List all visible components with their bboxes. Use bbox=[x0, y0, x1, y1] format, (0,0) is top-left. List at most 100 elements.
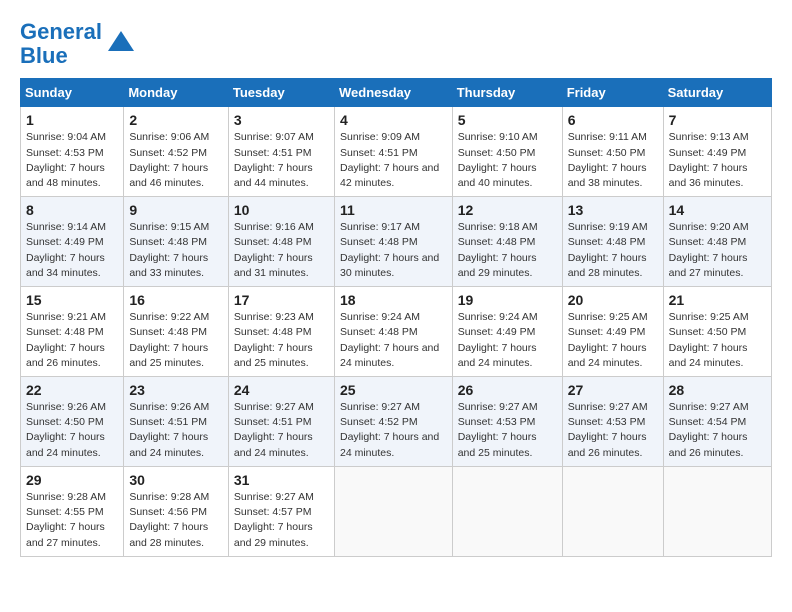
day-number: 18 bbox=[340, 292, 447, 308]
calendar-week-row: 15 Sunrise: 9:21 AMSunset: 4:48 PMDaylig… bbox=[21, 287, 772, 377]
day-info: Sunrise: 9:15 AMSunset: 4:48 PMDaylight:… bbox=[129, 221, 209, 279]
day-number: 16 bbox=[129, 292, 223, 308]
calendar-day-cell: 16 Sunrise: 9:22 AMSunset: 4:48 PMDaylig… bbox=[124, 287, 229, 377]
day-info: Sunrise: 9:06 AMSunset: 4:52 PMDaylight:… bbox=[129, 131, 209, 189]
calendar-body: 1 Sunrise: 9:04 AMSunset: 4:53 PMDayligh… bbox=[21, 107, 772, 556]
calendar-week-row: 8 Sunrise: 9:14 AMSunset: 4:49 PMDayligh… bbox=[21, 197, 772, 287]
day-info: Sunrise: 9:20 AMSunset: 4:48 PMDaylight:… bbox=[669, 221, 749, 279]
calendar-day-cell: 25 Sunrise: 9:27 AMSunset: 4:52 PMDaylig… bbox=[334, 377, 452, 467]
day-number: 19 bbox=[458, 292, 557, 308]
logo-icon bbox=[106, 29, 136, 59]
day-number: 26 bbox=[458, 382, 557, 398]
calendar-week-row: 29 Sunrise: 9:28 AMSunset: 4:55 PMDaylig… bbox=[21, 466, 772, 556]
day-info: Sunrise: 9:21 AMSunset: 4:48 PMDaylight:… bbox=[26, 311, 106, 369]
calendar-day-cell: 14 Sunrise: 9:20 AMSunset: 4:48 PMDaylig… bbox=[663, 197, 771, 287]
day-info: Sunrise: 9:16 AMSunset: 4:48 PMDaylight:… bbox=[234, 221, 314, 279]
weekday-header-cell: Wednesday bbox=[334, 79, 452, 107]
day-info: Sunrise: 9:27 AMSunset: 4:57 PMDaylight:… bbox=[234, 491, 314, 549]
calendar-day-cell: 22 Sunrise: 9:26 AMSunset: 4:50 PMDaylig… bbox=[21, 377, 124, 467]
calendar-day-cell: 3 Sunrise: 9:07 AMSunset: 4:51 PMDayligh… bbox=[228, 107, 334, 197]
calendar-table: SundayMondayTuesdayWednesdayThursdayFrid… bbox=[20, 78, 772, 556]
weekday-header-cell: Sunday bbox=[21, 79, 124, 107]
day-info: Sunrise: 9:27 AMSunset: 4:53 PMDaylight:… bbox=[568, 401, 648, 459]
calendar-day-cell: 1 Sunrise: 9:04 AMSunset: 4:53 PMDayligh… bbox=[21, 107, 124, 197]
calendar-day-cell: 7 Sunrise: 9:13 AMSunset: 4:49 PMDayligh… bbox=[663, 107, 771, 197]
day-info: Sunrise: 9:07 AMSunset: 4:51 PMDaylight:… bbox=[234, 131, 314, 189]
calendar-day-cell: 30 Sunrise: 9:28 AMSunset: 4:56 PMDaylig… bbox=[124, 466, 229, 556]
day-info: Sunrise: 9:13 AMSunset: 4:49 PMDaylight:… bbox=[669, 131, 749, 189]
weekday-header-row: SundayMondayTuesdayWednesdayThursdayFrid… bbox=[21, 79, 772, 107]
day-number: 5 bbox=[458, 112, 557, 128]
day-number: 28 bbox=[669, 382, 766, 398]
weekday-header-cell: Tuesday bbox=[228, 79, 334, 107]
day-number: 23 bbox=[129, 382, 223, 398]
day-number: 25 bbox=[340, 382, 447, 398]
calendar-day-cell: 24 Sunrise: 9:27 AMSunset: 4:51 PMDaylig… bbox=[228, 377, 334, 467]
day-info: Sunrise: 9:19 AMSunset: 4:48 PMDaylight:… bbox=[568, 221, 648, 279]
day-number: 10 bbox=[234, 202, 329, 218]
day-number: 1 bbox=[26, 112, 118, 128]
day-info: Sunrise: 9:09 AMSunset: 4:51 PMDaylight:… bbox=[340, 131, 439, 189]
day-info: Sunrise: 9:18 AMSunset: 4:48 PMDaylight:… bbox=[458, 221, 538, 279]
calendar-week-row: 22 Sunrise: 9:26 AMSunset: 4:50 PMDaylig… bbox=[21, 377, 772, 467]
day-info: Sunrise: 9:04 AMSunset: 4:53 PMDaylight:… bbox=[26, 131, 106, 189]
day-info: Sunrise: 9:24 AMSunset: 4:49 PMDaylight:… bbox=[458, 311, 538, 369]
day-info: Sunrise: 9:23 AMSunset: 4:48 PMDaylight:… bbox=[234, 311, 314, 369]
calendar-day-cell: 10 Sunrise: 9:16 AMSunset: 4:48 PMDaylig… bbox=[228, 197, 334, 287]
calendar-day-cell: 17 Sunrise: 9:23 AMSunset: 4:48 PMDaylig… bbox=[228, 287, 334, 377]
day-info: Sunrise: 9:27 AMSunset: 4:51 PMDaylight:… bbox=[234, 401, 314, 459]
day-number: 3 bbox=[234, 112, 329, 128]
logo-text: General Blue bbox=[20, 20, 102, 68]
calendar-day-cell bbox=[663, 466, 771, 556]
day-info: Sunrise: 9:27 AMSunset: 4:53 PMDaylight:… bbox=[458, 401, 538, 459]
logo: General Blue bbox=[20, 20, 136, 68]
day-info: Sunrise: 9:17 AMSunset: 4:48 PMDaylight:… bbox=[340, 221, 439, 279]
calendar-day-cell: 6 Sunrise: 9:11 AMSunset: 4:50 PMDayligh… bbox=[562, 107, 663, 197]
weekday-header-cell: Monday bbox=[124, 79, 229, 107]
calendar-day-cell: 11 Sunrise: 9:17 AMSunset: 4:48 PMDaylig… bbox=[334, 197, 452, 287]
day-number: 7 bbox=[669, 112, 766, 128]
day-info: Sunrise: 9:26 AMSunset: 4:50 PMDaylight:… bbox=[26, 401, 106, 459]
day-number: 12 bbox=[458, 202, 557, 218]
calendar-day-cell bbox=[562, 466, 663, 556]
day-number: 13 bbox=[568, 202, 658, 218]
weekday-header-cell: Friday bbox=[562, 79, 663, 107]
calendar-day-cell: 2 Sunrise: 9:06 AMSunset: 4:52 PMDayligh… bbox=[124, 107, 229, 197]
day-number: 6 bbox=[568, 112, 658, 128]
day-number: 9 bbox=[129, 202, 223, 218]
day-info: Sunrise: 9:25 AMSunset: 4:49 PMDaylight:… bbox=[568, 311, 648, 369]
calendar-day-cell: 26 Sunrise: 9:27 AMSunset: 4:53 PMDaylig… bbox=[452, 377, 562, 467]
calendar-day-cell: 12 Sunrise: 9:18 AMSunset: 4:48 PMDaylig… bbox=[452, 197, 562, 287]
day-info: Sunrise: 9:28 AMSunset: 4:56 PMDaylight:… bbox=[129, 491, 209, 549]
calendar-day-cell bbox=[334, 466, 452, 556]
day-number: 8 bbox=[26, 202, 118, 218]
day-number: 4 bbox=[340, 112, 447, 128]
calendar-day-cell: 21 Sunrise: 9:25 AMSunset: 4:50 PMDaylig… bbox=[663, 287, 771, 377]
page-header: General Blue bbox=[20, 20, 772, 68]
day-number: 30 bbox=[129, 472, 223, 488]
calendar-day-cell: 15 Sunrise: 9:21 AMSunset: 4:48 PMDaylig… bbox=[21, 287, 124, 377]
day-number: 11 bbox=[340, 202, 447, 218]
calendar-week-row: 1 Sunrise: 9:04 AMSunset: 4:53 PMDayligh… bbox=[21, 107, 772, 197]
day-info: Sunrise: 9:14 AMSunset: 4:49 PMDaylight:… bbox=[26, 221, 106, 279]
weekday-header-cell: Thursday bbox=[452, 79, 562, 107]
calendar-day-cell: 5 Sunrise: 9:10 AMSunset: 4:50 PMDayligh… bbox=[452, 107, 562, 197]
calendar-day-cell: 18 Sunrise: 9:24 AMSunset: 4:48 PMDaylig… bbox=[334, 287, 452, 377]
day-info: Sunrise: 9:26 AMSunset: 4:51 PMDaylight:… bbox=[129, 401, 209, 459]
day-number: 22 bbox=[26, 382, 118, 398]
calendar-day-cell: 8 Sunrise: 9:14 AMSunset: 4:49 PMDayligh… bbox=[21, 197, 124, 287]
calendar-day-cell: 9 Sunrise: 9:15 AMSunset: 4:48 PMDayligh… bbox=[124, 197, 229, 287]
calendar-day-cell: 28 Sunrise: 9:27 AMSunset: 4:54 PMDaylig… bbox=[663, 377, 771, 467]
day-number: 2 bbox=[129, 112, 223, 128]
day-number: 27 bbox=[568, 382, 658, 398]
calendar-day-cell bbox=[452, 466, 562, 556]
calendar-day-cell: 29 Sunrise: 9:28 AMSunset: 4:55 PMDaylig… bbox=[21, 466, 124, 556]
day-info: Sunrise: 9:25 AMSunset: 4:50 PMDaylight:… bbox=[669, 311, 749, 369]
day-number: 20 bbox=[568, 292, 658, 308]
day-number: 15 bbox=[26, 292, 118, 308]
day-number: 31 bbox=[234, 472, 329, 488]
day-info: Sunrise: 9:27 AMSunset: 4:52 PMDaylight:… bbox=[340, 401, 439, 459]
calendar-day-cell: 23 Sunrise: 9:26 AMSunset: 4:51 PMDaylig… bbox=[124, 377, 229, 467]
calendar-day-cell: 4 Sunrise: 9:09 AMSunset: 4:51 PMDayligh… bbox=[334, 107, 452, 197]
calendar-day-cell: 19 Sunrise: 9:24 AMSunset: 4:49 PMDaylig… bbox=[452, 287, 562, 377]
